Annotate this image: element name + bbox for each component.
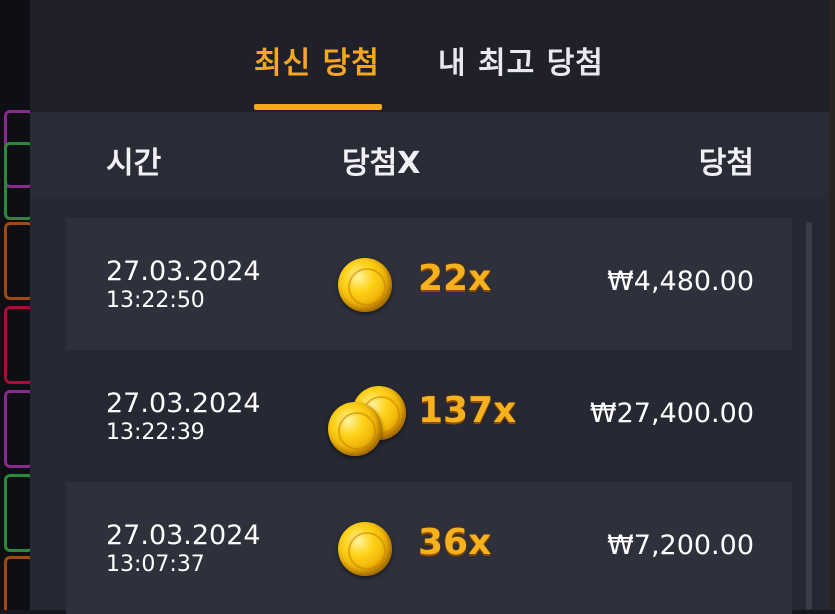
gold-coins-icon bbox=[328, 386, 416, 456]
column-header-win: 당첨 bbox=[698, 146, 754, 181]
column-header-multiplier: 당첨X bbox=[342, 146, 421, 181]
game-reel-tile bbox=[4, 474, 30, 552]
scrollbar[interactable] bbox=[806, 222, 812, 610]
gold-coin-icon bbox=[336, 518, 416, 588]
row-multiplier: 22x bbox=[418, 258, 492, 299]
game-reel-tile bbox=[4, 390, 30, 468]
game-reel-tile bbox=[4, 556, 30, 610]
tab-bar: 최신 당첨 내 최고 당첨 bbox=[30, 0, 829, 112]
row-time: 13:22:39 bbox=[106, 420, 205, 445]
row-date: 27.03.2024 bbox=[106, 256, 261, 287]
row-date: 27.03.2024 bbox=[106, 520, 261, 551]
row-time: 13:07:37 bbox=[106, 552, 205, 577]
game-reel-tile bbox=[4, 222, 30, 300]
table-row[interactable]: 27.03.2024 13:22:39 137x ₩27,400.00 bbox=[66, 350, 792, 482]
row-win-amount: ₩7,200.00 bbox=[607, 530, 754, 561]
column-header-time: 시간 bbox=[106, 146, 162, 181]
active-tab-indicator bbox=[254, 104, 382, 110]
row-multiplier: 137x bbox=[418, 390, 517, 431]
table-header: 시간 당첨X 당첨 bbox=[30, 112, 829, 198]
game-reel-tile bbox=[4, 142, 30, 220]
table-row[interactable]: 27.03.2024 13:07:37 36x ₩7,200.00 bbox=[66, 482, 792, 614]
wins-panel: 최신 당첨 내 최고 당첨 시간 당첨X 당첨 27.03.2024 13:22… bbox=[30, 0, 829, 614]
game-background-right bbox=[829, 0, 835, 610]
scrollbar-thumb[interactable] bbox=[806, 222, 812, 610]
tab-latest-wins[interactable]: 최신 당첨 bbox=[254, 38, 380, 82]
game-reel-tile bbox=[4, 306, 30, 384]
table-row[interactable]: 27.03.2024 13:22:50 22x ₩4,480.00 bbox=[66, 218, 792, 350]
row-multiplier: 36x bbox=[418, 522, 492, 563]
gold-coin-icon bbox=[336, 254, 416, 324]
row-time: 13:22:50 bbox=[106, 288, 205, 313]
game-background-left bbox=[0, 0, 30, 610]
tab-my-top-wins[interactable]: 내 최고 당첨 bbox=[438, 38, 604, 82]
row-win-amount: ₩27,400.00 bbox=[589, 398, 754, 429]
row-date: 27.03.2024 bbox=[106, 388, 261, 419]
row-win-amount: ₩4,480.00 bbox=[607, 266, 754, 297]
